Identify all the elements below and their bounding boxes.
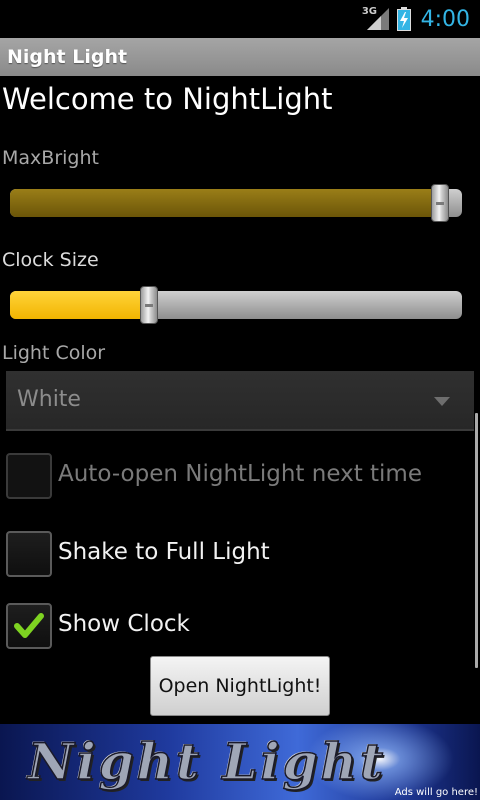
light-color-label: Light Color — [2, 342, 106, 364]
ads-note: Ads will go here! — [394, 787, 478, 798]
status-bar: 3G 4:00 — [0, 0, 480, 38]
status-icons: 4:00 — [365, 4, 470, 34]
ad-banner[interactable]: Night Light Ads will go here! — [0, 724, 480, 800]
show-clock-label: Show Clock — [58, 611, 190, 637]
max-bright-slider[interactable] — [10, 189, 462, 217]
clock-size-slider[interactable] — [10, 291, 462, 319]
scrollbar[interactable] — [475, 413, 478, 668]
check-mark-icon — [14, 613, 44, 638]
auto-open-checkbox[interactable] — [6, 453, 52, 499]
battery-charging-icon — [396, 7, 411, 31]
clock-size-thumb[interactable] — [140, 286, 159, 324]
open-nightlight-button[interactable]: Open NightLight! — [150, 656, 330, 716]
show-clock-checkbox[interactable] — [6, 603, 52, 649]
signal-icon — [366, 8, 389, 30]
dropdown-arrow-icon — [434, 397, 450, 406]
status-clock: 4:00 — [420, 6, 470, 32]
app-title: Night Light — [7, 46, 128, 68]
shake-to-full-light-checkbox[interactable] — [6, 531, 52, 577]
clock-size-label: Clock Size — [2, 249, 99, 271]
banner-logo: Night Light — [27, 731, 387, 792]
shake-label: Shake to Full Light — [58, 539, 270, 565]
welcome-heading: Welcome to NightLight — [2, 82, 333, 116]
max-bright-fill — [10, 189, 440, 217]
title-bar: Night Light — [0, 38, 480, 76]
max-bright-thumb[interactable] — [430, 184, 449, 222]
max-bright-label: MaxBright — [2, 147, 99, 169]
light-color-value: White — [17, 387, 81, 412]
clock-size-fill — [10, 291, 150, 319]
light-color-dropdown[interactable]: White — [6, 371, 474, 431]
auto-open-label: Auto-open NightLight next time — [58, 461, 422, 487]
